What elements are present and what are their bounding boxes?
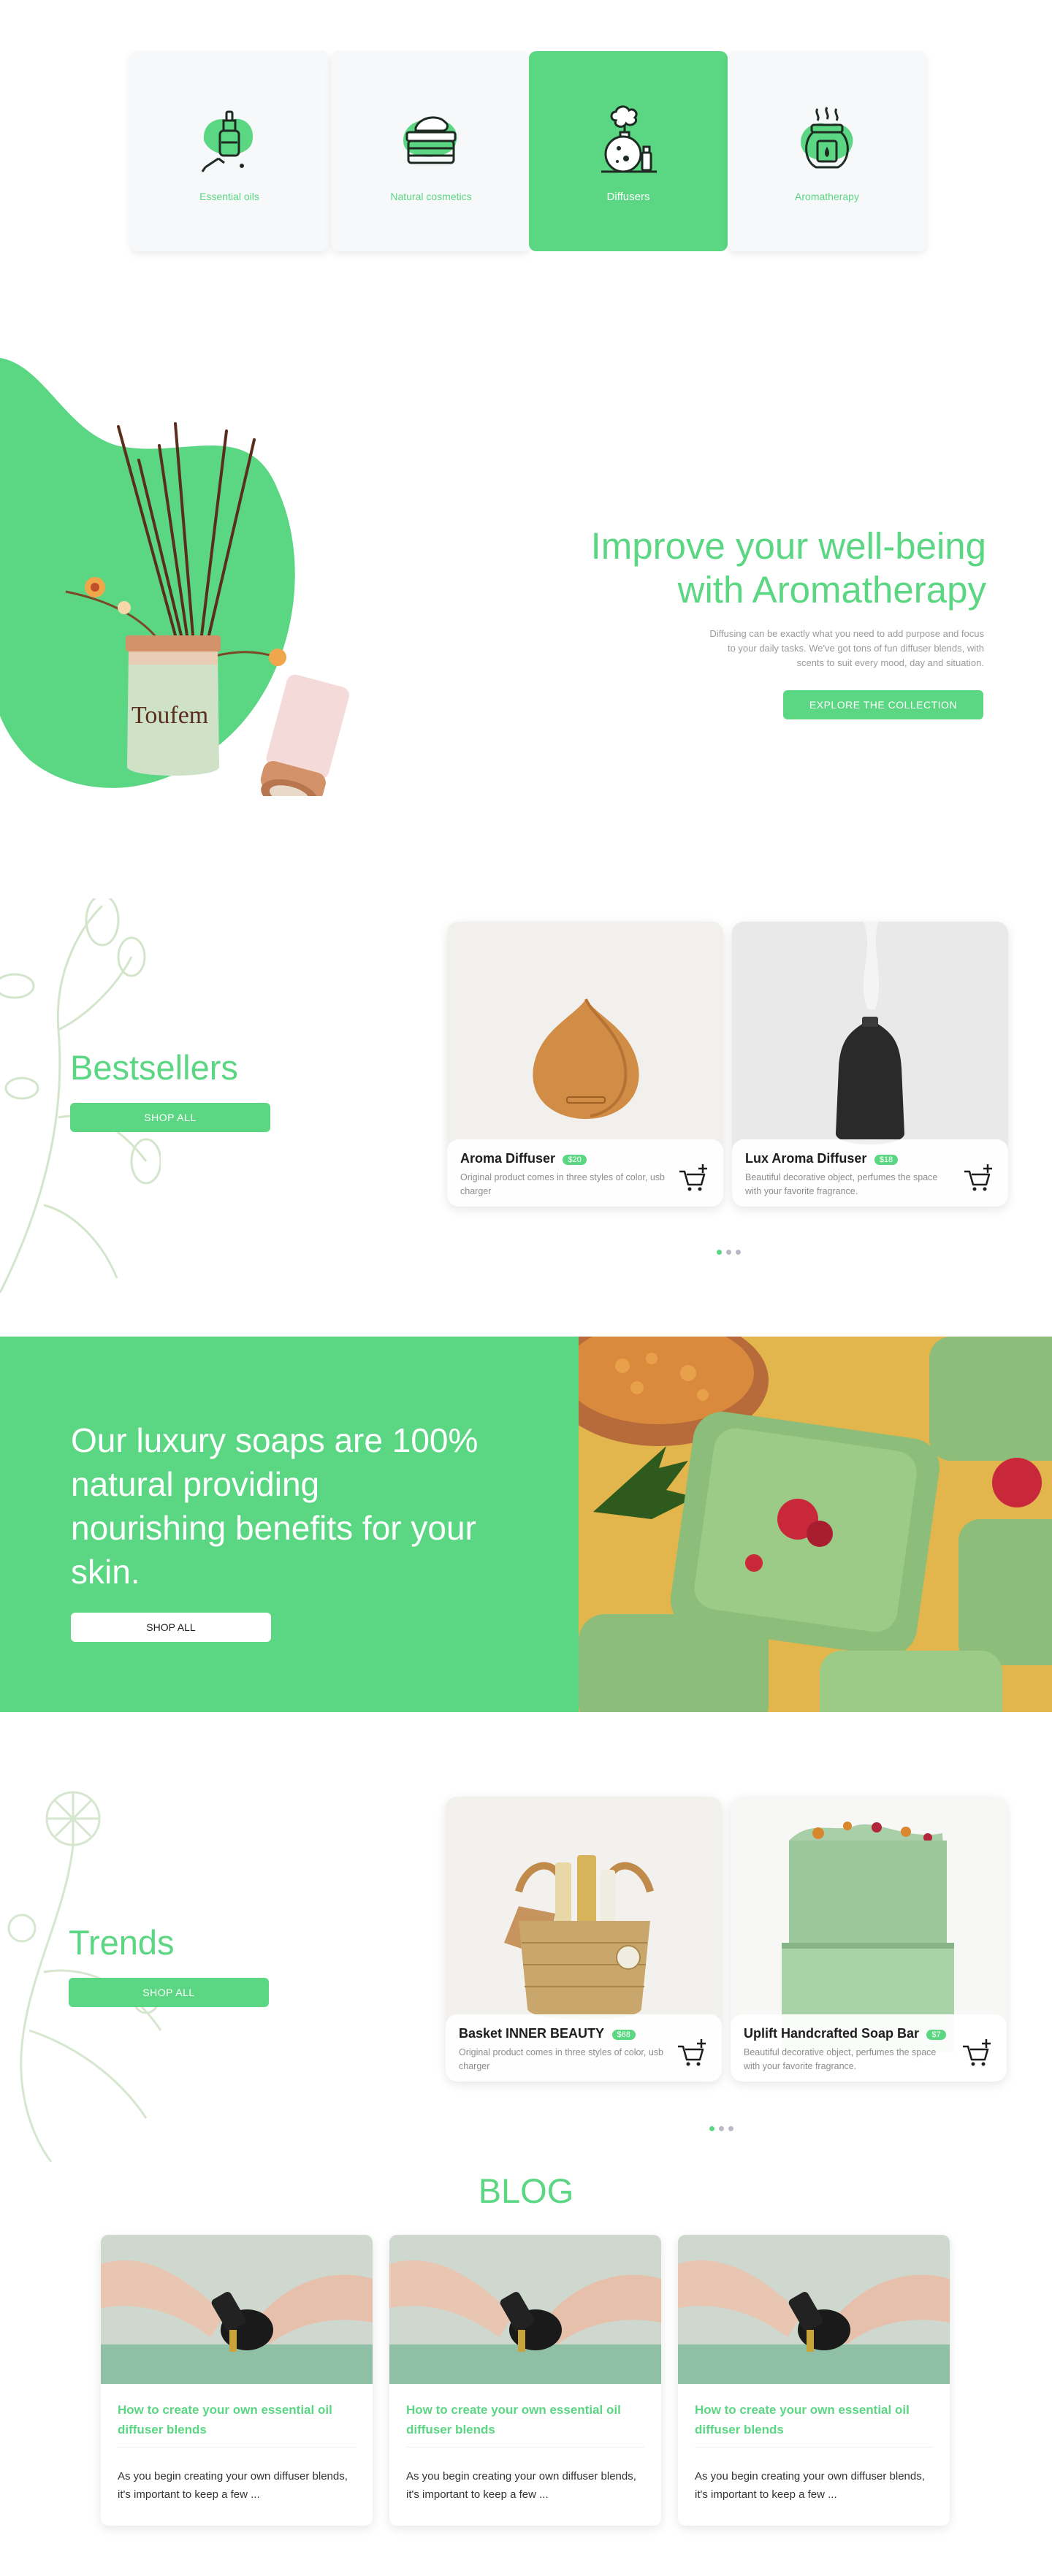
hero-title: Improve your well-being with Aromatherap… (519, 524, 986, 612)
pagination-dot[interactable] (728, 2126, 733, 2131)
category-label: Diffusers (606, 190, 650, 203)
diffuser-icon (601, 105, 657, 172)
add-to-cart-icon[interactable] (678, 1163, 709, 1192)
price-badge: $20 (563, 1154, 587, 1165)
category-label: Essential oils (199, 191, 259, 202)
blog-title: BLOG (478, 2171, 574, 2210)
bestsellers-title: Bestsellers (70, 1048, 238, 1087)
trends-title: Trends (69, 1923, 175, 1962)
soap-shop-all-button[interactable]: SHOP ALL (71, 1613, 271, 1642)
jar-brand-text: Toufem (132, 702, 208, 729)
product-info: Basket INNER BEAUTY $68 Original product… (446, 2014, 722, 2082)
pagination-dot[interactable] (736, 1250, 741, 1255)
product-name: Basket INNER BEAUTY (459, 2026, 605, 2041)
blog-post-excerpt: As you begin creating your own diffuser … (406, 2470, 636, 2501)
product-card[interactable]: Aroma Diffuser $20 Original product come… (447, 922, 723, 1207)
product-description: Beautiful decorative object, perfumes th… (745, 1172, 938, 1196)
product-info: Aroma Diffuser $20 Original product come… (447, 1139, 723, 1207)
category-essential-oils[interactable]: Essential oils (130, 51, 329, 251)
blog-post-title[interactable]: How to create your own essential oil dif… (406, 2400, 647, 2439)
product-card[interactable]: Basket INNER BEAUTY $68 Original product… (446, 1797, 722, 2082)
product-description: Original product comes in three styles o… (459, 2047, 663, 2071)
blog-post-title[interactable]: How to create your own essential oil dif… (118, 2400, 359, 2439)
product-card[interactable]: Uplift Handcrafted Soap Bar $7 Beautiful… (731, 1797, 1007, 2082)
blog-post-card[interactable]: How to create your own essential oil dif… (101, 2235, 373, 2526)
aroma-candle-icon (801, 107, 853, 169)
category-diffusers[interactable]: Diffusers (529, 51, 728, 251)
blog-post-card[interactable]: How to create your own essential oil dif… (678, 2235, 950, 2526)
soap-bars-image (579, 1337, 1052, 1712)
category-label: Natural cosmetics (390, 191, 472, 202)
blog-post-image (678, 2235, 950, 2384)
hero-description: Diffusing can be exactly what you need t… (709, 628, 984, 668)
add-to-cart-icon[interactable] (961, 2038, 992, 2067)
pagination-dot[interactable] (726, 1250, 731, 1255)
hero-title-line2: with Aromatherapy (677, 569, 986, 611)
pagination-dot[interactable] (717, 1250, 722, 1255)
soap-banner-title: Our luxury soaps are 100% natural provid… (71, 1421, 479, 1591)
product-info: Lux Aroma Diffuser $18 Beautiful decorat… (732, 1139, 1008, 1207)
pagination-dot[interactable] (719, 2126, 724, 2131)
product-name: Lux Aroma Diffuser (745, 1151, 867, 1166)
product-description: Original product comes in three styles o… (460, 1172, 665, 1196)
blog-post-image (101, 2235, 373, 2384)
bestsellers-shop-all-button[interactable]: SHOP ALL (70, 1103, 270, 1132)
reed-diffuser-image: Toufem (65, 422, 349, 796)
add-to-cart-icon[interactable] (963, 1163, 994, 1192)
bestsellers-pagination-dots (717, 1250, 741, 1255)
trends-shop-all-button[interactable]: SHOP ALL (69, 1978, 269, 2007)
blog-post-excerpt: As you begin creating your own diffuser … (118, 2470, 348, 2501)
add-to-cart-icon[interactable] (676, 2038, 707, 2067)
pagination-dot[interactable] (709, 2126, 714, 2131)
category-natural-cosmetics[interactable]: Natural cosmetics (332, 51, 530, 251)
cream-jar-icon (403, 116, 457, 164)
product-info: Uplift Handcrafted Soap Bar $7 Beautiful… (731, 2014, 1007, 2082)
product-name: Uplift Handcrafted Soap Bar (744, 2026, 920, 2041)
product-card[interactable]: Lux Aroma Diffuser $18 Beautiful decorat… (732, 922, 1008, 1207)
category-label: Aromatherapy (795, 191, 859, 202)
product-name: Aroma Diffuser (460, 1151, 556, 1166)
price-badge: $68 (611, 2029, 636, 2040)
trends-pagination-dots (709, 2126, 733, 2131)
price-badge: $7 (926, 2029, 946, 2040)
category-aromatherapy[interactable]: Aromatherapy (728, 51, 926, 251)
essential-oil-bottle-icon (201, 110, 254, 172)
chamomile-illustration (7, 1791, 162, 2162)
explore-collection-button[interactable]: EXPLORE THE COLLECTION (783, 690, 983, 719)
product-description: Beautiful decorative object, perfumes th… (744, 2047, 937, 2071)
blog-post-excerpt: As you begin creating your own diffuser … (695, 2470, 925, 2501)
blog-post-title[interactable]: How to create your own essential oil dif… (695, 2400, 936, 2439)
hero-title-line1: Improve your well-being (590, 525, 986, 567)
blog-post-image (389, 2235, 661, 2384)
price-badge: $18 (874, 1154, 899, 1165)
blog-post-card[interactable]: How to create your own essential oil dif… (389, 2235, 661, 2526)
